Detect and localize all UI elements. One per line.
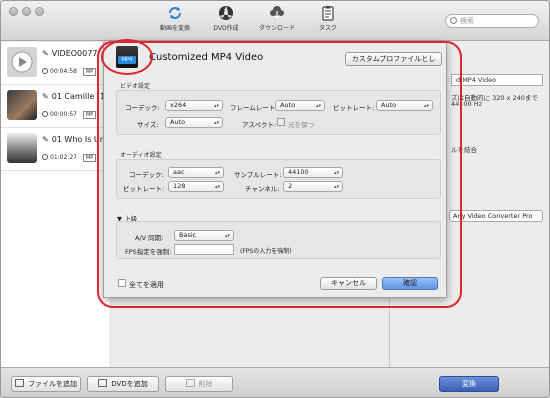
file-meta: 00:00:57 MP <box>42 111 97 119</box>
minimize-window-button[interactable] <box>22 7 31 16</box>
merge-files-label[interactable]: ルを結合 <box>451 144 477 154</box>
download-icon <box>270 6 284 19</box>
select-arrows-icon: ▴▾ <box>315 103 321 109</box>
play-icon <box>11 51 33 73</box>
dvd-burn-icon <box>219 6 233 20</box>
clock-icon <box>42 154 48 160</box>
video-section-title: ビデオ設定 <box>120 83 151 90</box>
video-thumbnail <box>7 47 37 77</box>
select-arrows-icon: ▴▾ <box>224 233 230 239</box>
size-label: サイズ: <box>137 121 159 129</box>
audio-section-title: オーディオ設定 <box>120 152 162 159</box>
av-sync-select[interactable]: Basic ▴▾ <box>174 230 234 241</box>
select-arrows-icon: ▴▾ <box>333 170 339 176</box>
keep-aspect-checkbox[interactable] <box>277 118 285 126</box>
audio-codec-label: コーデック: <box>129 171 164 179</box>
cancel-button[interactable]: キャンセル <box>320 277 377 290</box>
converter-select[interactable]: Any Video Converter Pro <box>449 210 543 222</box>
video-codec-label: コーデック: <box>125 104 160 112</box>
file-name[interactable]: ✎ 01 Camille (1 <box>42 92 105 101</box>
samplerate-info-text: 44100 Hz <box>451 100 483 108</box>
size-select[interactable]: Auto ▴▾ <box>165 117 223 128</box>
toolbar: 動画を変換 DVD作成 ダウンロード タスク 検索 <box>1 1 549 41</box>
video-thumbnail <box>7 133 37 163</box>
select-arrows-icon: ▴▾ <box>214 184 220 190</box>
toolbar-download-label: ダウンロード <box>258 25 295 32</box>
samplerate-label: サンプルレート: <box>234 171 282 179</box>
profile-dialog: MP4 Customized MP4 Video カスタムプロファイルとし ビデ… <box>103 42 447 298</box>
task-icon <box>322 6 334 21</box>
audio-bitrate-label: ビットレート: <box>123 185 165 193</box>
add-file-icon <box>15 379 24 387</box>
framerate-select[interactable]: Auto ▴▾ <box>275 100 325 111</box>
video-thumbnail <box>7 90 37 120</box>
custom-profile-button[interactable]: カスタムプロファイルとし <box>345 52 442 66</box>
force-fps-hint: (FPSの入力を強制) <box>240 248 292 255</box>
output-format-select[interactable]: d MP4 Video <box>451 74 543 86</box>
format-badge[interactable]: MP <box>82 154 97 162</box>
close-window-button[interactable] <box>9 7 18 16</box>
add-dvd-icon <box>98 379 108 387</box>
search-input[interactable]: 検索 <box>445 14 539 28</box>
select-arrows-icon: ▴▾ <box>214 170 220 176</box>
file-row[interactable]: ✎ 01 Who Is Unc 01:02:27 MP <box>1 128 109 171</box>
edit-pencil-icon[interactable]: ✎ <box>42 49 49 58</box>
toolbar-task-label: タスク <box>318 25 337 32</box>
select-arrows-icon: ▴▾ <box>333 184 339 190</box>
file-meta: 01:02:27 MP <box>42 154 97 162</box>
convert-button[interactable]: 変換 <box>439 376 499 392</box>
add-file-button[interactable]: ファイルを追加 <box>11 376 81 392</box>
audio-bitrate-select[interactable]: 128 ▴▾ <box>168 181 224 192</box>
dialog-title: Customized MP4 Video <box>149 52 264 63</box>
av-sync-label: A/V 同期: <box>135 234 164 242</box>
clock-icon <box>42 68 48 74</box>
file-meta: 00:04:58 MP <box>42 68 97 76</box>
search-placeholder: 検索 <box>460 17 474 25</box>
edit-pencil-icon[interactable]: ✎ <box>42 135 49 144</box>
mp4-file-icon: MP4 <box>116 46 138 68</box>
remove-icon <box>185 379 195 387</box>
format-badge[interactable]: MP <box>82 68 97 76</box>
remove-button[interactable]: 削除 <box>165 376 233 392</box>
keep-aspect-label: 元を保つ <box>288 121 314 129</box>
bottom-bar: ファイルを追加 DVDを追加 削除 変換 <box>1 367 549 397</box>
ok-button[interactable]: 確認 <box>382 277 438 290</box>
select-arrows-icon: ▴▾ <box>213 103 219 109</box>
search-icon <box>450 17 457 24</box>
force-fps-input[interactable] <box>174 244 234 255</box>
add-dvd-button[interactable]: DVDを追加 <box>87 376 159 392</box>
audio-codec-select[interactable]: aac ▴▾ <box>168 167 224 178</box>
app-window: 動画を変換 DVD作成 ダウンロード タスク 検索 ✎ VIDEO0077 00… <box>0 0 550 398</box>
convert-icon <box>169 7 181 19</box>
format-badge[interactable]: MP <box>82 111 97 119</box>
video-settings-group <box>116 90 441 135</box>
video-bitrate-label: ビットレート: <box>333 104 375 112</box>
apply-all-label: 全てを適用 <box>129 281 164 289</box>
select-arrows-icon: ▴▾ <box>423 103 429 109</box>
aspect-label: アスペクト: <box>242 121 277 129</box>
zoom-window-button[interactable] <box>35 7 44 16</box>
edit-pencil-icon[interactable]: ✎ <box>42 92 49 101</box>
file-row[interactable]: ✎ 01 Camille (1 00:00:57 MP <box>1 85 109 128</box>
file-list: ✎ VIDEO0077 00:04:58 MP ✎ 01 Camille (1 00:… <box>1 42 109 367</box>
channel-label: チャンネル: <box>245 185 280 193</box>
force-fps-label: FPS指定を強制: <box>125 248 172 256</box>
toolbar-dvd-label: DVD作成 <box>213 25 239 32</box>
video-codec-select[interactable]: x264 ▴▾ <box>165 100 223 111</box>
select-arrows-icon: ▴▾ <box>213 120 219 126</box>
file-name[interactable]: ✎ VIDEO0077 <box>42 49 97 58</box>
file-name[interactable]: ✎ 01 Who Is Unc <box>42 135 109 144</box>
framerate-label: フレームレート: <box>230 104 278 112</box>
toolbar-task-button[interactable]: タスク <box>298 5 358 32</box>
audio-settings-group <box>116 159 441 199</box>
samplerate-select[interactable]: 44100 ▴▾ <box>283 167 343 178</box>
file-row[interactable]: ✎ VIDEO0077 00:04:58 MP <box>1 42 109 85</box>
clock-icon <box>42 111 48 117</box>
video-bitrate-select[interactable]: Auto ▴▾ <box>376 100 433 111</box>
apply-all-checkbox[interactable] <box>118 279 126 287</box>
channel-select[interactable]: 2 ▴▾ <box>283 181 343 192</box>
toolbar-convert-label: 動画を変換 <box>159 25 190 32</box>
